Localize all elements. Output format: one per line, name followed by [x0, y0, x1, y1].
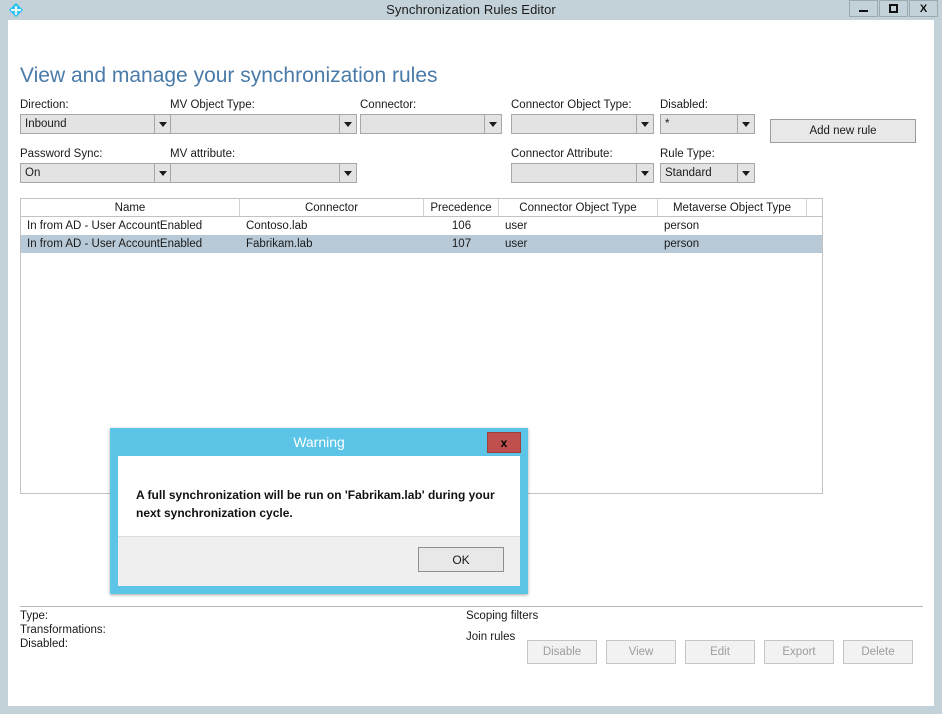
connector-object-type-select[interactable] — [511, 114, 654, 134]
chevron-down-icon — [484, 115, 501, 133]
disabled-filter-select[interactable]: * — [660, 114, 755, 134]
cell-precedence: 107 — [451, 238, 472, 250]
column-header-precedence[interactable]: Precedence — [424, 199, 499, 216]
window-controls: X — [848, 0, 938, 19]
edit-button[interactable]: Edit — [685, 640, 755, 664]
mv-object-type-label: MV Object Type: — [170, 99, 255, 111]
cell-precedence: 106 — [451, 220, 472, 232]
table-row[interactable]: In from AD - User AccountEnabled Contoso… — [21, 217, 822, 235]
rule-type-select[interactable]: Standard — [660, 163, 755, 183]
chevron-down-icon — [154, 115, 171, 133]
maximize-button[interactable] — [879, 0, 908, 17]
mv-object-type-select[interactable] — [170, 114, 357, 134]
window-titlebar: Synchronization Rules Editor X — [0, 0, 942, 20]
filter-panel: Direction: Inbound MV Object Type: Conne… — [8, 20, 934, 183]
connector-attribute-select[interactable] — [511, 163, 654, 183]
detail-disabled-label: Disabled: — [20, 638, 68, 650]
table-row[interactable]: In from AD - User AccountEnabled Fabrika… — [21, 235, 822, 253]
close-button[interactable]: X — [909, 0, 938, 17]
chevron-down-icon — [636, 115, 653, 133]
chevron-down-icon — [737, 164, 754, 182]
detail-join-rules-label: Join rules — [466, 631, 516, 643]
cell-name: In from AD - User AccountEnabled — [27, 220, 203, 232]
rule-type-label: Rule Type: — [660, 148, 715, 160]
detail-scoping-filters-label: Scoping filters — [466, 610, 539, 622]
disabled-filter-label: Disabled: — [660, 99, 708, 111]
column-header-connector[interactable]: Connector — [240, 199, 424, 216]
column-header-connector-object-type[interactable]: Connector Object Type — [499, 199, 658, 216]
window-title: Synchronization Rules Editor — [386, 2, 556, 17]
export-button[interactable]: Export — [764, 640, 834, 664]
add-new-rule-button[interactable]: Add new rule — [770, 119, 916, 143]
cell-metaverse-object-type: person — [664, 238, 700, 250]
close-icon: x — [500, 435, 508, 450]
disabled-filter-value: * — [665, 118, 670, 130]
mv-attribute-select[interactable] — [170, 163, 357, 183]
direction-select[interactable]: Inbound — [20, 114, 172, 134]
column-header-metaverse-object-type[interactable]: Metaverse Object Type — [658, 199, 807, 216]
password-sync-select[interactable]: On — [20, 163, 172, 183]
rule-type-value: Standard — [665, 167, 712, 179]
disable-button[interactable]: Disable — [527, 640, 597, 664]
dialog-message: A full synchronization will be run on 'F… — [136, 488, 495, 520]
ok-button[interactable]: OK — [418, 547, 504, 572]
detail-divider — [20, 606, 923, 607]
delete-button[interactable]: Delete — [843, 640, 913, 664]
connector-select[interactable] — [360, 114, 502, 134]
cell-connector: Contoso.lab — [246, 220, 308, 232]
connector-attribute-label: Connector Attribute: — [511, 148, 613, 160]
connector-object-type-label: Connector Object Type: — [511, 99, 632, 111]
close-icon: X — [919, 2, 928, 15]
direction-value: Inbound — [25, 118, 67, 130]
dialog-footer: OK — [118, 536, 520, 586]
password-sync-value: On — [25, 167, 41, 179]
cell-name: In from AD - User AccountEnabled — [27, 238, 203, 250]
chevron-down-icon — [636, 164, 653, 182]
column-header-name[interactable]: Name — [21, 199, 240, 216]
direction-label: Direction: — [20, 99, 69, 111]
sync-rules-editor-window: Synchronization Rules Editor X View and … — [0, 0, 942, 714]
window-content: View and manage your synchronization rul… — [8, 20, 934, 706]
column-header-spacer — [807, 199, 822, 216]
cell-connector: Fabrikam.lab — [246, 238, 313, 250]
chevron-down-icon — [339, 115, 356, 133]
dialog-close-button[interactable]: x — [487, 432, 521, 453]
view-button[interactable]: View — [606, 640, 676, 664]
minimize-button[interactable] — [849, 0, 878, 17]
detail-transformations-label: Transformations: — [20, 624, 106, 636]
cell-connector-object-type: user — [505, 220, 528, 232]
dialog-body: A full synchronization will be run on 'F… — [118, 456, 520, 586]
chevron-down-icon — [154, 164, 171, 182]
dialog-title: Warning — [293, 434, 345, 450]
chevron-down-icon — [737, 115, 754, 133]
warning-dialog: Warning x A full synchronization will be… — [110, 428, 528, 594]
detail-type-label: Type: — [20, 610, 49, 622]
cell-metaverse-object-type: person — [664, 220, 700, 232]
grid-header-row: Name Connector Precedence Connector Obje… — [21, 199, 822, 217]
chevron-down-icon — [339, 164, 356, 182]
password-sync-label: Password Sync: — [20, 148, 103, 160]
connector-label: Connector: — [360, 99, 417, 111]
cell-connector-object-type: user — [505, 238, 528, 250]
mv-attribute-label: MV attribute: — [170, 148, 236, 160]
